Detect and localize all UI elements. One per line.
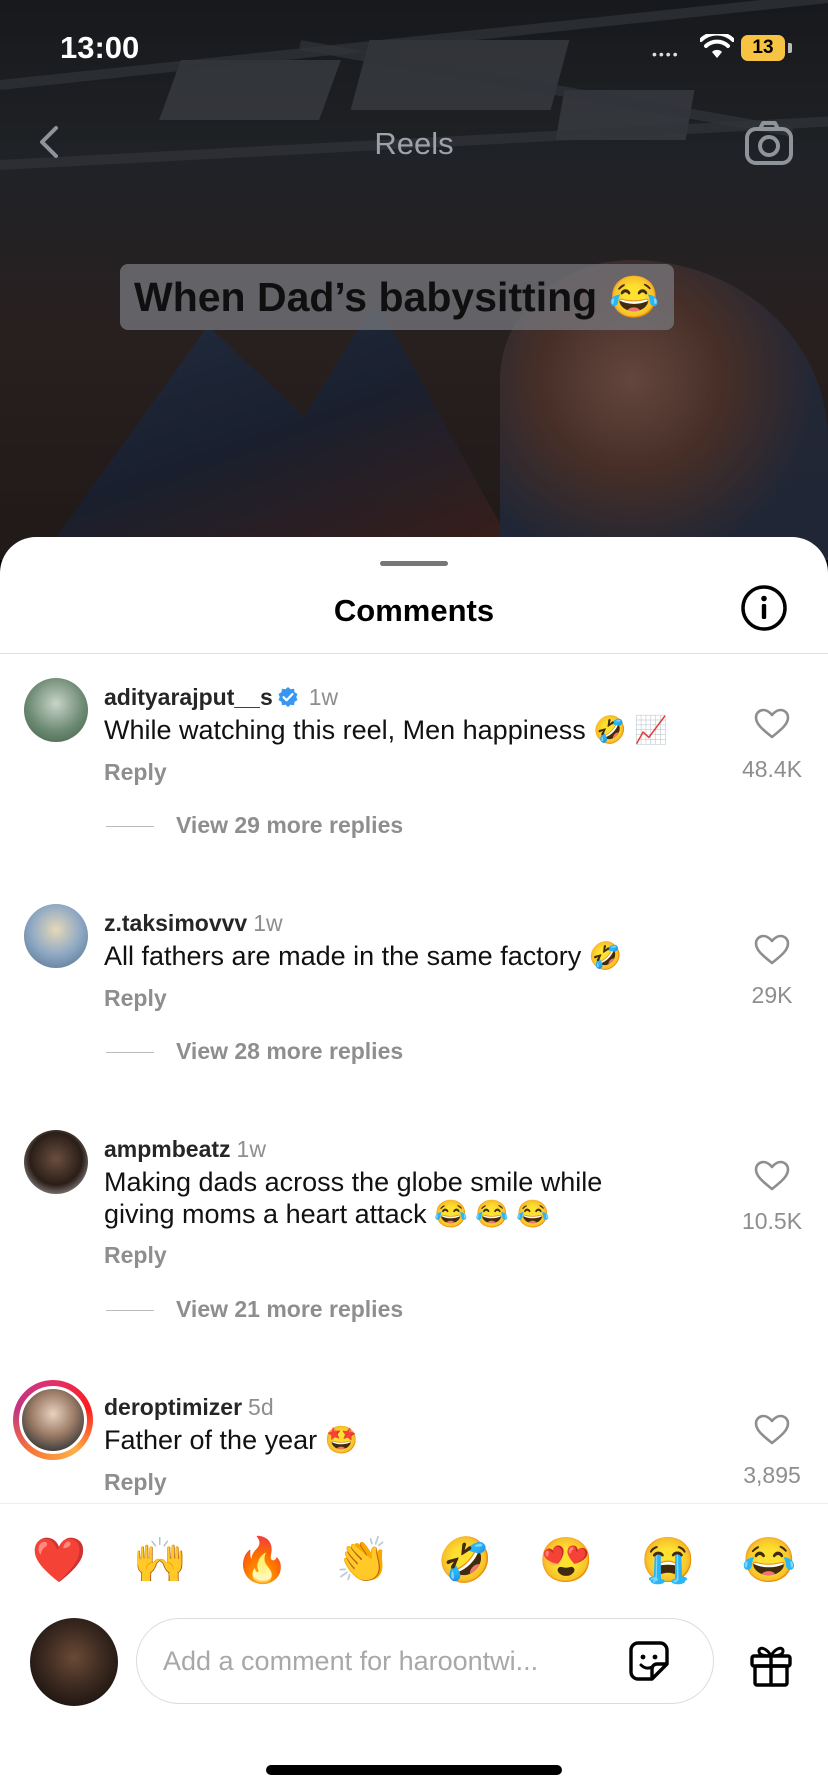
emoji-rofl[interactable]: 🤣	[432, 1528, 498, 1594]
current-user-avatar	[30, 1618, 118, 1706]
comments-sheet: Comments adityarajput__s 1w While watchin…	[0, 537, 828, 1792]
emoji-raising-hands[interactable]: 🙌	[127, 1528, 193, 1594]
reply-button[interactable]: Reply	[104, 759, 167, 786]
cellular-signal-icon: ••••	[652, 46, 680, 62]
reply-button[interactable]: Reply	[104, 1469, 167, 1496]
comment-text: Making dads across the globe smile while…	[104, 1167, 603, 1229]
comment-text: Father of the year 🤩	[104, 1425, 359, 1455]
comment-age: 5d	[248, 1394, 274, 1420]
camera-icon[interactable]	[744, 120, 794, 166]
avatar-story-ring[interactable]	[13, 1380, 93, 1460]
reply-thread-line	[106, 1052, 154, 1054]
status-time: 13:00	[60, 30, 140, 65]
avatar[interactable]	[24, 1130, 88, 1194]
avatar[interactable]	[24, 904, 88, 968]
composer-divider	[0, 1503, 828, 1504]
sheet-title: Comments	[333, 593, 495, 628]
reels-header: Reels	[0, 110, 828, 180]
gift-icon[interactable]	[747, 1640, 795, 1688]
sticker-icon[interactable]	[626, 1638, 672, 1684]
emoji-red-heart[interactable]: ❤️	[26, 1528, 92, 1594]
comment-username[interactable]: z.taksimovvv	[104, 910, 247, 936]
comment-meta: z.taksimovvv 1w	[104, 910, 283, 937]
heart-icon[interactable]	[754, 934, 790, 966]
sheet-drag-handle[interactable]	[380, 561, 448, 566]
heart-icon[interactable]	[754, 708, 790, 740]
emoji-heart-eyes[interactable]: 😍	[533, 1528, 599, 1594]
reply-thread-line	[106, 1310, 154, 1312]
comment-meta: deroptimizer 5d	[104, 1394, 274, 1421]
comment-age: 1w	[308, 684, 339, 710]
like-count: 3,895	[743, 1462, 801, 1488]
heart-icon[interactable]	[754, 1414, 790, 1446]
home-indicator[interactable]	[266, 1765, 562, 1775]
wifi-icon	[700, 34, 734, 58]
reply-thread-line	[106, 826, 154, 828]
like-count: 48.4K	[741, 756, 803, 782]
comment-age: 1w	[253, 910, 283, 936]
video-caption: When Dad’s babysitting 😂	[120, 264, 674, 330]
reply-button[interactable]: Reply	[104, 985, 167, 1012]
comment-username[interactable]: ampmbeatz	[104, 1136, 231, 1162]
comment-meta: ampmbeatz 1w	[104, 1136, 266, 1163]
comments-list[interactable]: adityarajput__s 1w While watching this re…	[0, 654, 828, 1540]
comment-username[interactable]: deroptimizer	[104, 1394, 242, 1420]
emoji-fire[interactable]: 🔥	[229, 1528, 295, 1594]
emoji-reaction-bar: ❤️ 🙌 🔥 👏 🤣 😍 😭 😂	[0, 1528, 828, 1594]
emoji-tears-of-joy[interactable]: 😂	[736, 1528, 802, 1594]
view-more-replies[interactable]: View 29 more replies	[106, 812, 403, 839]
status-bar: 13:00 •••• 13	[0, 0, 828, 100]
heart-icon[interactable]	[754, 1160, 790, 1192]
comment-username[interactable]: adityarajput__s	[104, 684, 273, 710]
info-icon[interactable]	[740, 584, 788, 632]
verified-badge-icon	[278, 687, 298, 707]
view-more-replies[interactable]: View 28 more replies	[106, 1038, 403, 1065]
comment-text: While watching this reel, Men happiness …	[104, 715, 668, 745]
battery-tip	[788, 43, 792, 53]
avatar	[19, 1386, 87, 1454]
comment-meta: adityarajput__s 1w	[104, 684, 338, 711]
view-more-replies-label: View 29 more replies	[176, 812, 404, 838]
battery-indicator: 13	[741, 35, 785, 61]
page-title: Reels	[374, 126, 454, 161]
emoji-crying[interactable]: 😭	[635, 1528, 701, 1594]
view-more-replies-label: View 28 more replies	[176, 1038, 404, 1064]
view-more-replies[interactable]: View 21 more replies	[106, 1296, 403, 1323]
like-count: 10.5K	[741, 1208, 803, 1234]
comment-composer: Add a comment for haroontwi...	[0, 1612, 828, 1712]
avatar[interactable]	[24, 678, 88, 742]
emoji-clapping-hands[interactable]: 👏	[330, 1528, 396, 1594]
reply-button[interactable]: Reply	[104, 1242, 167, 1269]
comment-age: 1w	[236, 1136, 266, 1162]
view-more-replies-label: View 21 more replies	[176, 1296, 404, 1322]
comment-text: All fathers are made in the same factory…	[104, 941, 623, 971]
like-count: 29K	[751, 982, 793, 1008]
